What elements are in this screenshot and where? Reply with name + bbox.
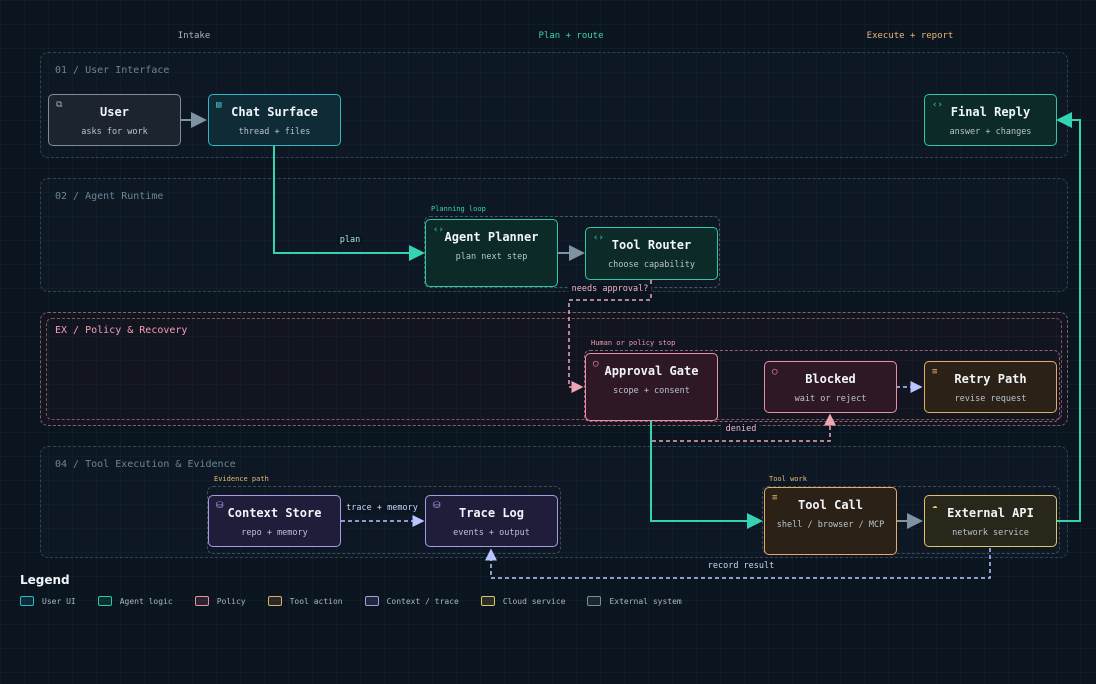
node-subtitle: answer + changes — [949, 127, 1032, 137]
cloud-icon: ☁ — [932, 501, 938, 511]
legend-label: Agent logic — [119, 596, 173, 606]
legend-item-cloud-service: Cloud service — [480, 596, 566, 606]
legend-label: User UI — [42, 596, 76, 606]
code-icon: ‹› — [433, 225, 444, 235]
legend-label: Tool action — [289, 596, 343, 606]
legend-item-user-ui: User UI — [20, 596, 76, 606]
edge-label-denied: denied — [722, 424, 760, 434]
node-title: Context Store — [227, 506, 322, 520]
shield-icon: ◯ — [593, 359, 599, 369]
node-title: Tool Call — [797, 498, 864, 512]
node-context-store[interactable]: ⛁ Context Store repo + memory — [208, 495, 341, 547]
node-subtitle: choose capability — [608, 260, 695, 270]
database-icon: ⛁ — [216, 501, 224, 511]
legend-item-external-system: External system — [587, 596, 682, 606]
node-title: Tool Router — [611, 238, 692, 252]
edge-approval-to-toolcall — [650, 421, 763, 529]
shield-icon: ◯ — [772, 367, 778, 377]
node-title: User — [100, 105, 129, 119]
edge-label-plan: plan — [336, 235, 364, 245]
node-tool-router[interactable]: ‹› Tool Router choose capability — [585, 227, 718, 280]
legend-label: Cloud service — [502, 596, 566, 606]
database-icon: ⛁ — [433, 501, 441, 511]
legend-swatch — [480, 596, 495, 606]
legend-label: Policy — [216, 596, 246, 606]
legend-item-policy: Policy — [194, 596, 246, 606]
legend-swatch — [97, 596, 112, 606]
code-icon: ‹› — [593, 233, 604, 243]
legend-swatch — [267, 596, 282, 606]
legend-label: Context / trace — [386, 596, 459, 606]
edge-label-needs-approval: needs approval? — [568, 284, 652, 294]
node-subtitle: plan next step — [455, 252, 528, 262]
node-subtitle: events + output — [453, 528, 530, 538]
node-title: Retry Path — [954, 372, 1027, 386]
node-subtitle: shell / browser / MCP — [776, 520, 885, 530]
legend-swatch — [194, 596, 209, 606]
legend-swatch — [20, 596, 34, 606]
legend-title: Legend — [20, 573, 70, 587]
node-title: External API — [947, 506, 1034, 520]
code-icon: ‹› — [932, 100, 943, 110]
legend-swatch — [364, 596, 379, 606]
node-blocked[interactable]: ◯ Blocked wait or reject — [764, 361, 897, 413]
node-final-reply[interactable]: ‹› Final Reply answer + changes — [924, 94, 1057, 146]
node-subtitle: repo + memory — [241, 528, 308, 538]
edge-label-trace-memory: trace + memory — [343, 503, 421, 513]
legend-item-tool-action: Tool action — [267, 596, 343, 606]
node-external-api[interactable]: ☁ External API network service — [924, 495, 1057, 547]
node-subtitle: wait or reject — [794, 394, 867, 404]
legend-label: External system — [609, 596, 682, 606]
list-icon: ≡ — [772, 493, 778, 503]
edge-api-to-reply — [1056, 112, 1081, 522]
node-title: Approval Gate — [604, 364, 699, 378]
node-title: Chat Surface — [231, 105, 318, 119]
legend: User UI Agent logic Policy Tool action C… — [20, 596, 704, 606]
node-subtitle: scope + consent — [613, 386, 690, 396]
node-title: Final Reply — [950, 105, 1031, 119]
node-user[interactable]: ⧉ User asks for work — [48, 94, 181, 146]
legend-item-agent-logic: Agent logic — [97, 596, 173, 606]
node-subtitle: revise request — [954, 394, 1027, 404]
node-title: Trace Log — [458, 506, 525, 520]
window-icon: ⧉ — [56, 100, 63, 110]
node-trace-log[interactable]: ⛁ Trace Log events + output — [425, 495, 558, 547]
node-chat-surface[interactable]: ▤ Chat Surface thread + files — [208, 94, 341, 146]
node-tool-call[interactable]: ≡ Tool Call shell / browser / MCP — [764, 487, 897, 555]
node-agent-planner[interactable]: ‹› Agent Planner plan next step — [425, 219, 558, 287]
node-title: Agent Planner — [444, 230, 539, 244]
node-retry-path[interactable]: ≡ Retry Path revise request — [924, 361, 1057, 413]
node-approval-gate[interactable]: ◯ Approval Gate scope + consent — [585, 353, 718, 421]
edge-label-record-result: record result — [704, 561, 778, 571]
legend-swatch — [587, 596, 602, 606]
node-subtitle: thread + files — [238, 127, 311, 137]
legend-item-context-trace: Context / trace — [364, 596, 459, 606]
list-icon: ≡ — [932, 367, 938, 377]
node-title: Blocked — [805, 372, 856, 386]
node-subtitle: network service — [952, 528, 1029, 538]
node-subtitle: asks for work — [81, 127, 148, 137]
browser-icon: ▤ — [216, 100, 222, 110]
